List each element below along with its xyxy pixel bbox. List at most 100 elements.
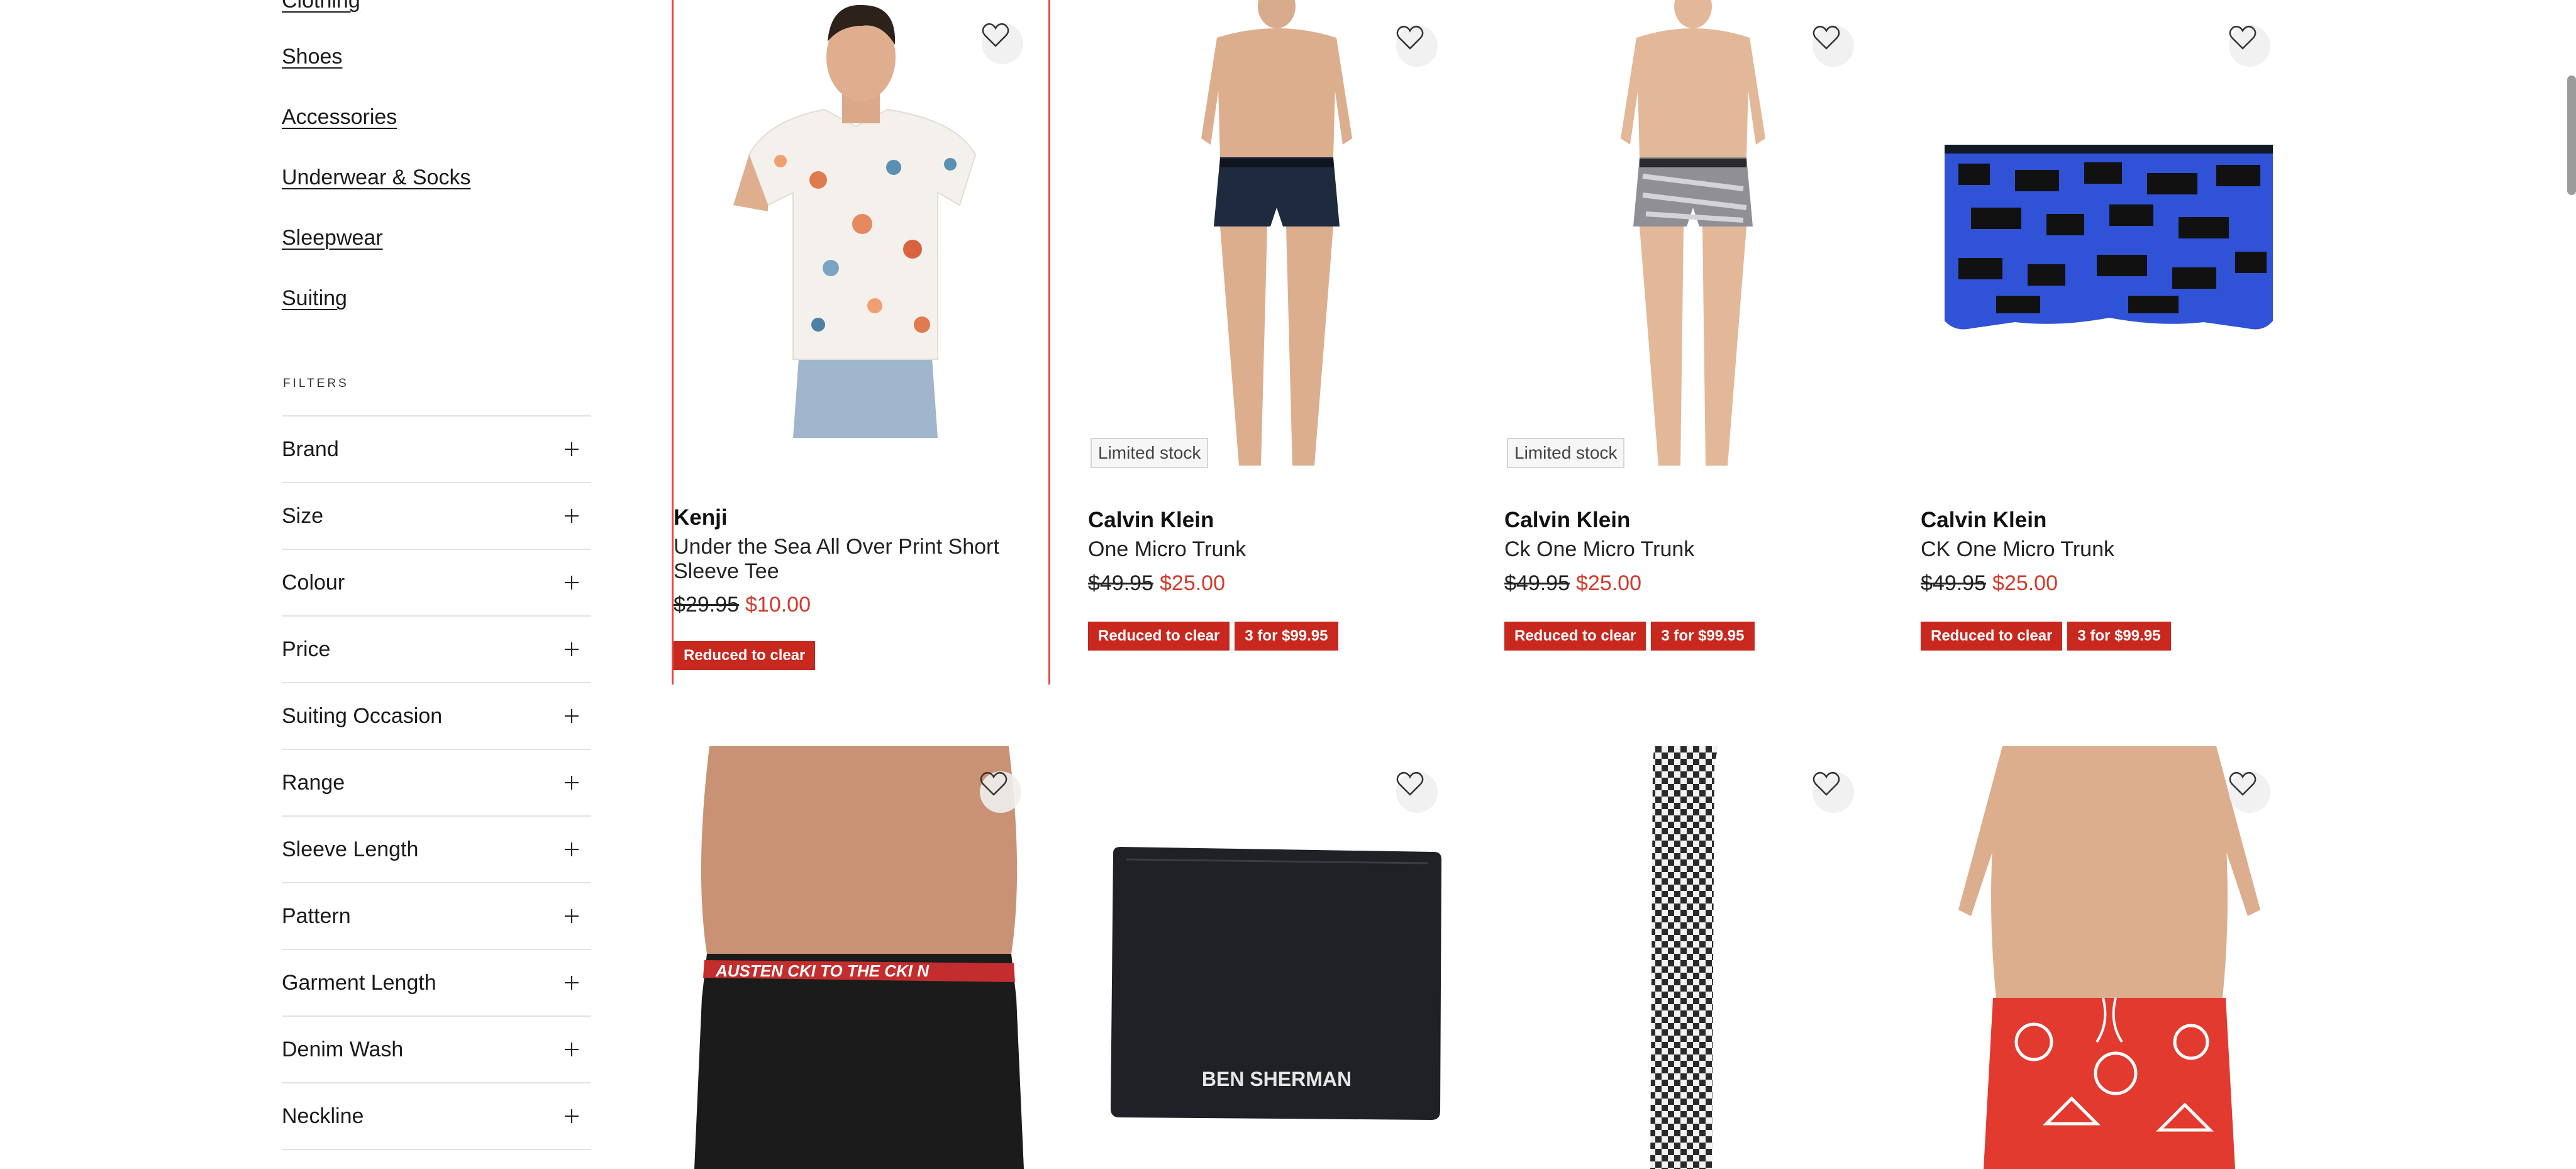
plus-icon: [565, 642, 579, 656]
product-card[interactable]: Calvin Klein CK One Micro Trunk $49.95 $2…: [1921, 0, 2296, 686]
plus-icon: [565, 842, 579, 856]
filter-price[interactable]: Price: [282, 617, 591, 683]
product-image[interactable]: [674, 0, 1048, 478]
heart-icon: [1813, 771, 1840, 796]
product-image[interactable]: Limited stock: [1504, 0, 1879, 481]
filter-range[interactable]: Range: [282, 750, 591, 817]
wishlist-button[interactable]: [1813, 771, 1854, 813]
product-image[interactable]: [1921, 746, 2296, 1169]
plus-icon: [565, 909, 579, 923]
category-link-shoes[interactable]: Shoes: [282, 45, 342, 69]
price-was: $49.95: [1504, 571, 1570, 595]
product-price: $49.95 $25.00: [1504, 571, 1641, 596]
filter-label: Size: [282, 503, 324, 528]
price-now: $25.00: [1992, 571, 2058, 595]
trunk-band-text: AUSTEN CKI TO THE CKI N: [715, 961, 930, 980]
filter-neckline[interactable]: Neckline: [282, 1083, 591, 1150]
product-card[interactable]: AUSTEN CKI TO THE CKI N: [672, 746, 1046, 1169]
heart-icon: [1396, 771, 1424, 796]
wishlist-button[interactable]: [1813, 25, 1854, 67]
product-image[interactable]: AUSTEN CKI TO THE CKI N: [672, 746, 1046, 1169]
heart-icon: [1813, 25, 1840, 50]
promo-tags: Reduced to clear 3 for $99.95: [1088, 622, 1338, 651]
product-price: $29.95 $10.00: [674, 593, 811, 617]
filter-colour[interactable]: Colour: [282, 550, 591, 617]
filter-size[interactable]: Size: [282, 483, 591, 550]
product-name[interactable]: One Micro Trunk: [1088, 537, 1440, 562]
filter-label: Pattern: [282, 903, 351, 928]
product-card[interactable]: [1921, 746, 2296, 1169]
product-name[interactable]: Under the Sea All Over Print Short Sleev…: [674, 535, 1026, 584]
promo-tag-reduced[interactable]: Reduced to clear: [1504, 622, 1646, 651]
product-brand: Calvin Klein: [1088, 508, 1214, 532]
price-now: $25.00: [1160, 571, 1225, 595]
filter-garment-length[interactable]: Garment Length: [282, 950, 591, 1017]
product-card[interactable]: BEN SHERMAN: [1088, 746, 1463, 1169]
plus-icon: [565, 509, 579, 523]
product-price: $49.95 $25.00: [1088, 571, 1225, 596]
filter-denim-wash[interactable]: Denim Wash: [282, 1017, 591, 1083]
product-brand: Calvin Klein: [1504, 508, 1631, 532]
promo-tag-bundle[interactable]: 3 for $99.95: [1235, 622, 1338, 651]
filter-list: Brand Size Colour Price Suiting Occasion…: [282, 415, 591, 1150]
wishlist-button[interactable]: [2229, 771, 2270, 813]
wishlist-button[interactable]: [1396, 771, 1438, 813]
scrollbar-thumb[interactable]: [2567, 76, 2576, 195]
wishlist-button[interactable]: [2229, 25, 2270, 67]
filters-heading: FILTERS: [283, 377, 349, 390]
wishlist-button[interactable]: [980, 771, 1021, 813]
filter-label: Neckline: [282, 1104, 364, 1128]
price-was: $49.95: [1921, 571, 1986, 595]
filter-label: Suiting Occasion: [282, 703, 443, 728]
plus-icon: [565, 442, 579, 456]
plus-icon: [565, 976, 579, 990]
product-image[interactable]: [1921, 0, 2296, 481]
plus-icon: [565, 709, 579, 723]
filter-label: Denim Wash: [282, 1037, 404, 1061]
filter-label: Garment Length: [282, 970, 436, 995]
product-price: $49.95 $25.00: [1921, 571, 2058, 596]
filter-brand[interactable]: Brand: [282, 417, 591, 483]
filter-suiting-occasion[interactable]: Suiting Occasion: [282, 683, 591, 750]
heart-icon: [980, 771, 1008, 796]
wishlist-button[interactable]: [1396, 25, 1438, 67]
product-card[interactable]: [1504, 746, 1879, 1169]
promo-tags: Reduced to clear 3 for $99.95: [1921, 622, 2171, 651]
filter-label: Range: [282, 770, 345, 795]
tee-model-image: [674, 0, 1048, 478]
product-card[interactable]: Limited stock Calvin Klein One Micro Tru…: [1088, 0, 1463, 686]
product-brand: Kenji: [674, 505, 728, 530]
wishlist-button[interactable]: [982, 23, 1023, 64]
price-was: $29.95: [674, 593, 739, 617]
category-link-underwear-socks[interactable]: Underwear & Socks: [282, 165, 470, 190]
price-now: $10.00: [745, 593, 811, 617]
promo-tags: Reduced to clear: [674, 641, 816, 670]
filter-pattern[interactable]: Pattern: [282, 883, 591, 950]
promo-tag-reduced[interactable]: Reduced to clear: [1921, 622, 2063, 651]
product-card[interactable]: Kenji Under the Sea All Over Print Short…: [672, 0, 1050, 685]
promo-tag-reduced[interactable]: Reduced to clear: [1088, 622, 1230, 651]
promo-tag-bundle[interactable]: 3 for $99.95: [2067, 622, 2171, 651]
trunk-model-image: [1088, 0, 1463, 481]
category-link-sleepwear[interactable]: Sleepwear: [282, 226, 383, 250]
product-card[interactable]: Limited stock Calvin Klein Ck One Micro …: [1504, 0, 1879, 686]
stock-badge: Limited stock: [1507, 438, 1625, 468]
filter-label: Brand: [282, 437, 339, 461]
product-name[interactable]: CK One Micro Trunk: [1921, 537, 2273, 562]
category-link-suiting[interactable]: Suiting: [282, 286, 347, 311]
filter-label: Colour: [282, 570, 345, 595]
category-link-clothing[interactable]: Clothing: [282, 0, 360, 13]
product-image[interactable]: Limited stock: [1088, 0, 1463, 481]
trunk-model-image: [1504, 0, 1879, 481]
filter-sleeve-length[interactable]: Sleeve Length: [282, 817, 591, 883]
filter-label: Price: [282, 637, 331, 661]
promo-tag-bundle[interactable]: 3 for $99.95: [1651, 622, 1755, 651]
product-image[interactable]: BEN SHERMAN: [1088, 746, 1463, 1169]
filter-label: Sleeve Length: [282, 837, 419, 861]
product-name[interactable]: Ck One Micro Trunk: [1504, 537, 1857, 562]
promo-tag-reduced[interactable]: Reduced to clear: [674, 641, 816, 670]
category-link-accessories[interactable]: Accessories: [282, 105, 397, 130]
product-image[interactable]: [1504, 746, 1879, 1169]
plus-icon: [565, 776, 579, 790]
plus-icon: [565, 1109, 579, 1123]
